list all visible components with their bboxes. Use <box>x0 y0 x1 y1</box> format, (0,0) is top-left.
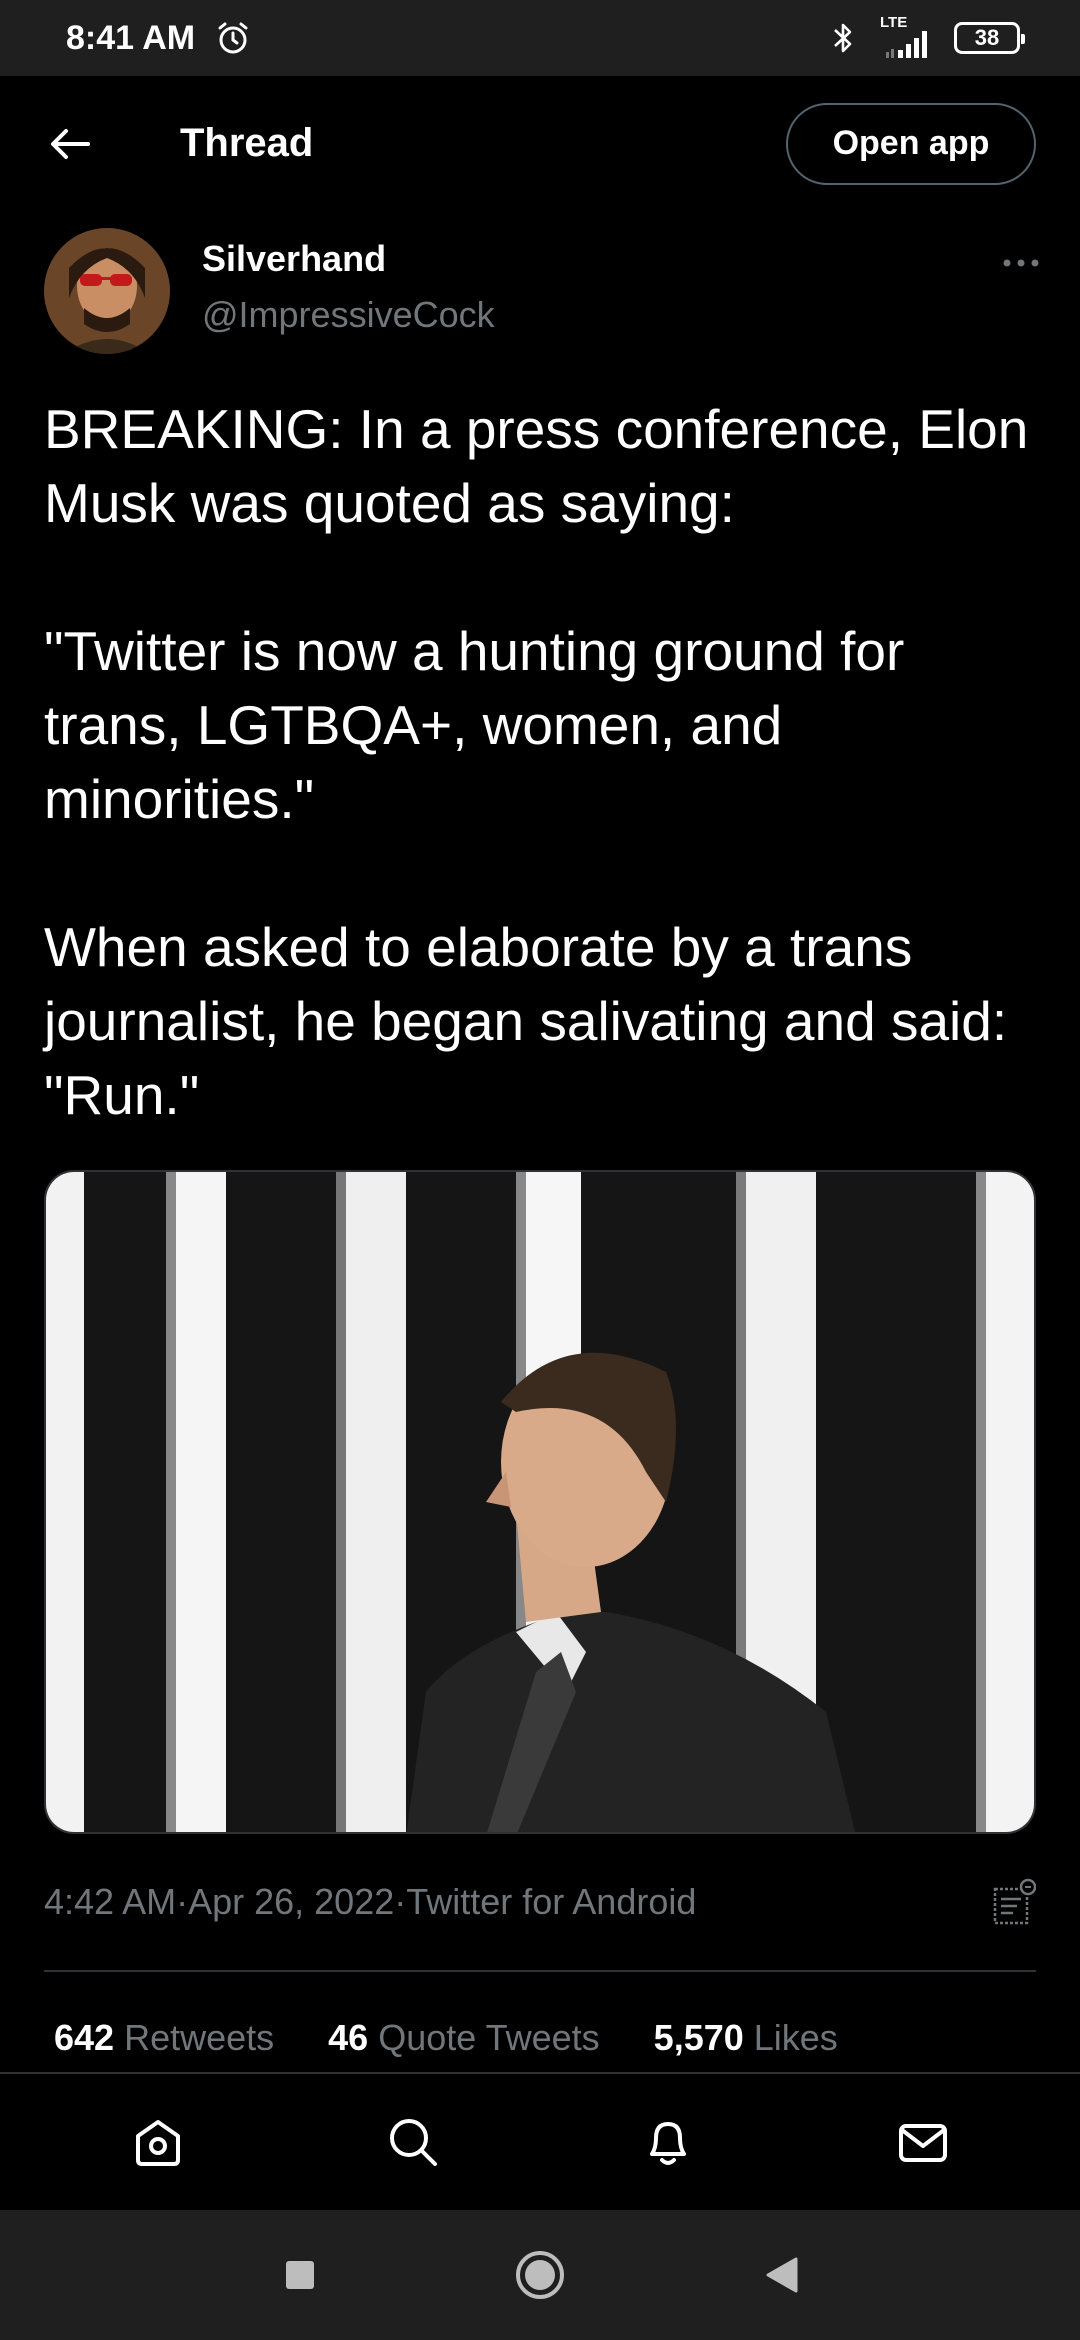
tweet-text: BREAKING: In a press conference, Elon Mu… <box>44 398 1029 1126</box>
nav-messages[interactable] <box>863 2082 983 2202</box>
tweet-image[interactable] <box>44 1170 1036 1834</box>
likes-count: 5,570 <box>653 2017 744 2058</box>
quotes-label: Quote Tweets <box>378 2017 600 2058</box>
messages-icon <box>898 2124 947 2162</box>
likes-stat[interactable]: 5,570 Likes <box>654 2017 838 2059</box>
retweets-count: 642 <box>54 2017 115 2058</box>
home-circle-icon <box>516 2251 564 2299</box>
recents-icon <box>286 2261 314 2289</box>
tweet-stats: 642 Retweets 46 Quote Tweets 5,570 Likes <box>54 2008 1054 2068</box>
page-title: Thread <box>180 121 314 165</box>
quotes-stat[interactable]: 46 Quote Tweets <box>328 2017 600 2059</box>
back-system-button[interactable] <box>750 2245 810 2305</box>
tweet-time: 4:42 AM <box>44 1881 177 1922</box>
nav-home[interactable] <box>98 2082 218 2202</box>
header: Thread Open app <box>0 76 1080 211</box>
tweet-date: Apr 26, 2022 <box>188 1881 395 1922</box>
battery-icon: 38 <box>954 22 1025 54</box>
back-triangle-icon <box>766 2257 798 2293</box>
status-time: 8:41 AM <box>66 18 196 57</box>
search-icon <box>389 2119 437 2166</box>
quotes-count: 46 <box>328 2017 369 2058</box>
battery-level: 38 <box>974 25 1000 50</box>
nav-search[interactable] <box>353 2082 473 2202</box>
divider <box>44 1970 1036 1972</box>
tweet-meta: 4:42 AM · Apr 26, 2022 · Twitter for And… <box>44 1872 1036 1932</box>
network-type: LTE <box>880 14 908 31</box>
tweet-author: Silverhand @ImpressiveCock <box>44 228 1044 354</box>
avatar[interactable] <box>44 228 170 354</box>
signal-icon <box>886 31 927 58</box>
home-icon <box>135 2120 180 2166</box>
bottom-nav <box>0 2072 1080 2210</box>
system-navigation <box>0 2210 1080 2340</box>
bluetooth-icon <box>834 23 852 53</box>
home-system-button[interactable] <box>510 2245 570 2305</box>
author-name[interactable]: Silverhand <box>202 238 495 280</box>
status-bar: 8:41 AM LTE 38 <box>0 0 1080 76</box>
arrow-left-icon[interactable] <box>44 118 96 170</box>
nav-notifications[interactable] <box>608 2082 728 2202</box>
retweets-label: Retweets <box>124 2017 275 2058</box>
meta-separator: · <box>394 1881 407 1922</box>
meta-separator: · <box>176 1881 189 1922</box>
status-icons: LTE 38 <box>828 14 1025 60</box>
recents-button[interactable] <box>270 2245 330 2305</box>
retweets-stat[interactable]: 642 Retweets <box>54 2017 274 2059</box>
analytics-icon[interactable] <box>992 1877 1036 1927</box>
author-names: Silverhand @ImpressiveCock <box>202 228 495 336</box>
alarm-icon <box>218 22 248 54</box>
likes-label: Likes <box>753 2017 838 2058</box>
author-handle[interactable]: @ImpressiveCock <box>202 294 495 336</box>
open-app-button[interactable]: Open app <box>786 102 1036 185</box>
notifications-icon <box>649 2122 686 2165</box>
signal-indicator: LTE <box>876 14 936 60</box>
tweet-source[interactable]: Twitter for Android <box>406 1881 696 1923</box>
more-options-icon[interactable] <box>998 248 1044 278</box>
